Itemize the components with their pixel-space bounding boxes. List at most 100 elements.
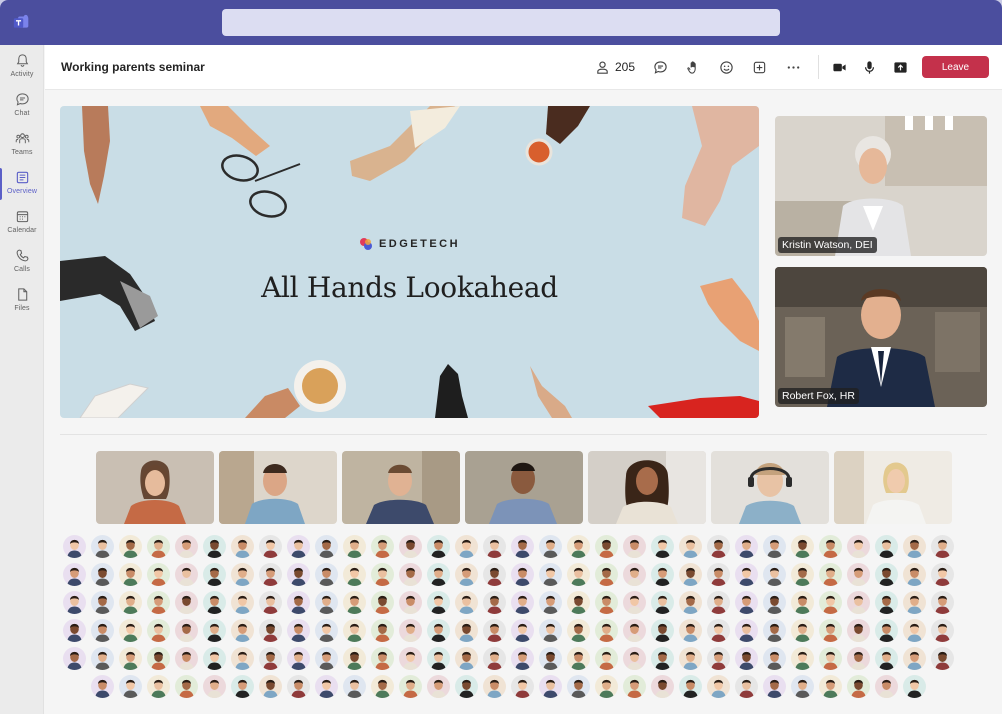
attendee-avatar[interactable] (903, 647, 926, 670)
attendee-avatar[interactable] (371, 591, 394, 614)
attendee-avatar[interactable] (931, 619, 954, 642)
attendee-avatar[interactable] (567, 619, 590, 642)
attendee-avatar[interactable] (63, 619, 86, 642)
attendee-avatar[interactable] (371, 563, 394, 586)
attendee-avatar[interactable] (819, 535, 842, 558)
attendee-avatar[interactable] (707, 675, 730, 698)
attendee-avatar[interactable] (763, 619, 786, 642)
attendee-avatar[interactable] (903, 563, 926, 586)
attendee-avatar[interactable] (175, 591, 198, 614)
leave-button[interactable]: Leave (922, 56, 989, 78)
attendee-avatar[interactable] (287, 647, 310, 670)
attendee-avatar[interactable] (147, 675, 170, 698)
attendee-avatar[interactable] (819, 647, 842, 670)
attendee-avatar[interactable] (91, 563, 114, 586)
attendee-avatar[interactable] (399, 675, 422, 698)
attendee-avatar[interactable] (931, 535, 954, 558)
attendee-avatar[interactable] (343, 591, 366, 614)
attendee-avatar[interactable] (259, 647, 282, 670)
attendee-avatar[interactable] (175, 675, 198, 698)
attendee-avatar[interactable] (511, 647, 534, 670)
attendee-avatar[interactable] (91, 647, 114, 670)
attendee-avatar[interactable] (343, 563, 366, 586)
attendee-avatar[interactable] (287, 563, 310, 586)
attendee-avatar[interactable] (847, 647, 870, 670)
attendee-avatar[interactable] (231, 535, 254, 558)
attendee-avatar[interactable] (147, 647, 170, 670)
attendee-avatar[interactable] (595, 535, 618, 558)
attendee-avatar[interactable] (679, 591, 702, 614)
participant-video-tile[interactable] (588, 451, 706, 524)
attendee-avatar[interactable] (875, 591, 898, 614)
attendee-avatar[interactable] (539, 675, 562, 698)
chat-button[interactable] (650, 56, 670, 78)
attendee-avatar[interactable] (847, 563, 870, 586)
attendee-avatar[interactable] (203, 647, 226, 670)
attendee-avatar[interactable] (875, 619, 898, 642)
search-input[interactable] (222, 9, 780, 36)
attendee-avatar[interactable] (287, 619, 310, 642)
attendee-avatar[interactable] (315, 535, 338, 558)
attendee-avatar[interactable] (511, 535, 534, 558)
attendee-avatar[interactable] (875, 647, 898, 670)
raise-hand-button[interactable] (683, 56, 703, 78)
rail-item-files[interactable]: Files (0, 282, 44, 320)
attendee-avatar[interactable] (539, 563, 562, 586)
attendee-avatar[interactable] (763, 675, 786, 698)
attendee-avatar[interactable] (707, 591, 730, 614)
attendee-avatar[interactable] (343, 647, 366, 670)
attendee-avatar[interactable] (903, 675, 926, 698)
attendee-avatar[interactable] (595, 563, 618, 586)
attendee-avatar[interactable] (483, 675, 506, 698)
attendee-avatar[interactable] (931, 647, 954, 670)
attendee-avatar[interactable] (427, 591, 450, 614)
share-button[interactable] (890, 56, 910, 78)
attendee-avatar[interactable] (567, 591, 590, 614)
attendee-avatar[interactable] (231, 675, 254, 698)
attendee-avatar[interactable] (847, 535, 870, 558)
attendee-avatar[interactable] (259, 675, 282, 698)
attendee-avatar[interactable] (707, 563, 730, 586)
attendee-avatar[interactable] (819, 591, 842, 614)
attendee-avatar[interactable] (175, 535, 198, 558)
attendee-avatar[interactable] (371, 675, 394, 698)
attendee-avatar[interactable] (119, 619, 142, 642)
attendee-avatar[interactable] (791, 535, 814, 558)
reactions-button[interactable] (716, 56, 736, 78)
attendee-avatar[interactable] (847, 675, 870, 698)
attendee-avatar[interactable] (455, 591, 478, 614)
attendee-avatar[interactable] (371, 535, 394, 558)
participant-video-tile[interactable] (342, 451, 460, 524)
attendee-avatar[interactable] (539, 647, 562, 670)
attendee-avatar[interactable] (847, 591, 870, 614)
attendee-avatar[interactable] (203, 535, 226, 558)
attendee-avatar[interactable] (903, 591, 926, 614)
attendee-avatar[interactable] (763, 535, 786, 558)
attendee-avatar[interactable] (287, 675, 310, 698)
attendee-avatar[interactable] (203, 675, 226, 698)
attendee-avatar[interactable] (371, 647, 394, 670)
attendee-avatar[interactable] (511, 675, 534, 698)
attendee-avatar[interactable] (427, 647, 450, 670)
attendee-avatar[interactable] (91, 619, 114, 642)
attendee-avatar[interactable] (623, 563, 646, 586)
attendee-avatar[interactable] (147, 535, 170, 558)
attendee-avatar[interactable] (399, 563, 422, 586)
attendee-avatar[interactable] (287, 535, 310, 558)
attendee-avatar[interactable] (455, 535, 478, 558)
attendee-avatar[interactable] (315, 563, 338, 586)
attendee-avatar[interactable] (763, 591, 786, 614)
attendee-avatar[interactable] (567, 563, 590, 586)
attendee-avatar[interactable] (679, 647, 702, 670)
attendee-avatar[interactable] (903, 535, 926, 558)
attendee-avatar[interactable] (427, 619, 450, 642)
attendee-avatar[interactable] (623, 675, 646, 698)
attendee-avatar[interactable] (259, 535, 282, 558)
attendee-avatar[interactable] (119, 591, 142, 614)
attendee-avatar[interactable] (875, 535, 898, 558)
attendee-avatar[interactable] (791, 675, 814, 698)
attendee-avatar[interactable] (371, 619, 394, 642)
attendee-avatar[interactable] (763, 563, 786, 586)
attendee-avatar[interactable] (651, 675, 674, 698)
attendee-avatar[interactable] (315, 675, 338, 698)
